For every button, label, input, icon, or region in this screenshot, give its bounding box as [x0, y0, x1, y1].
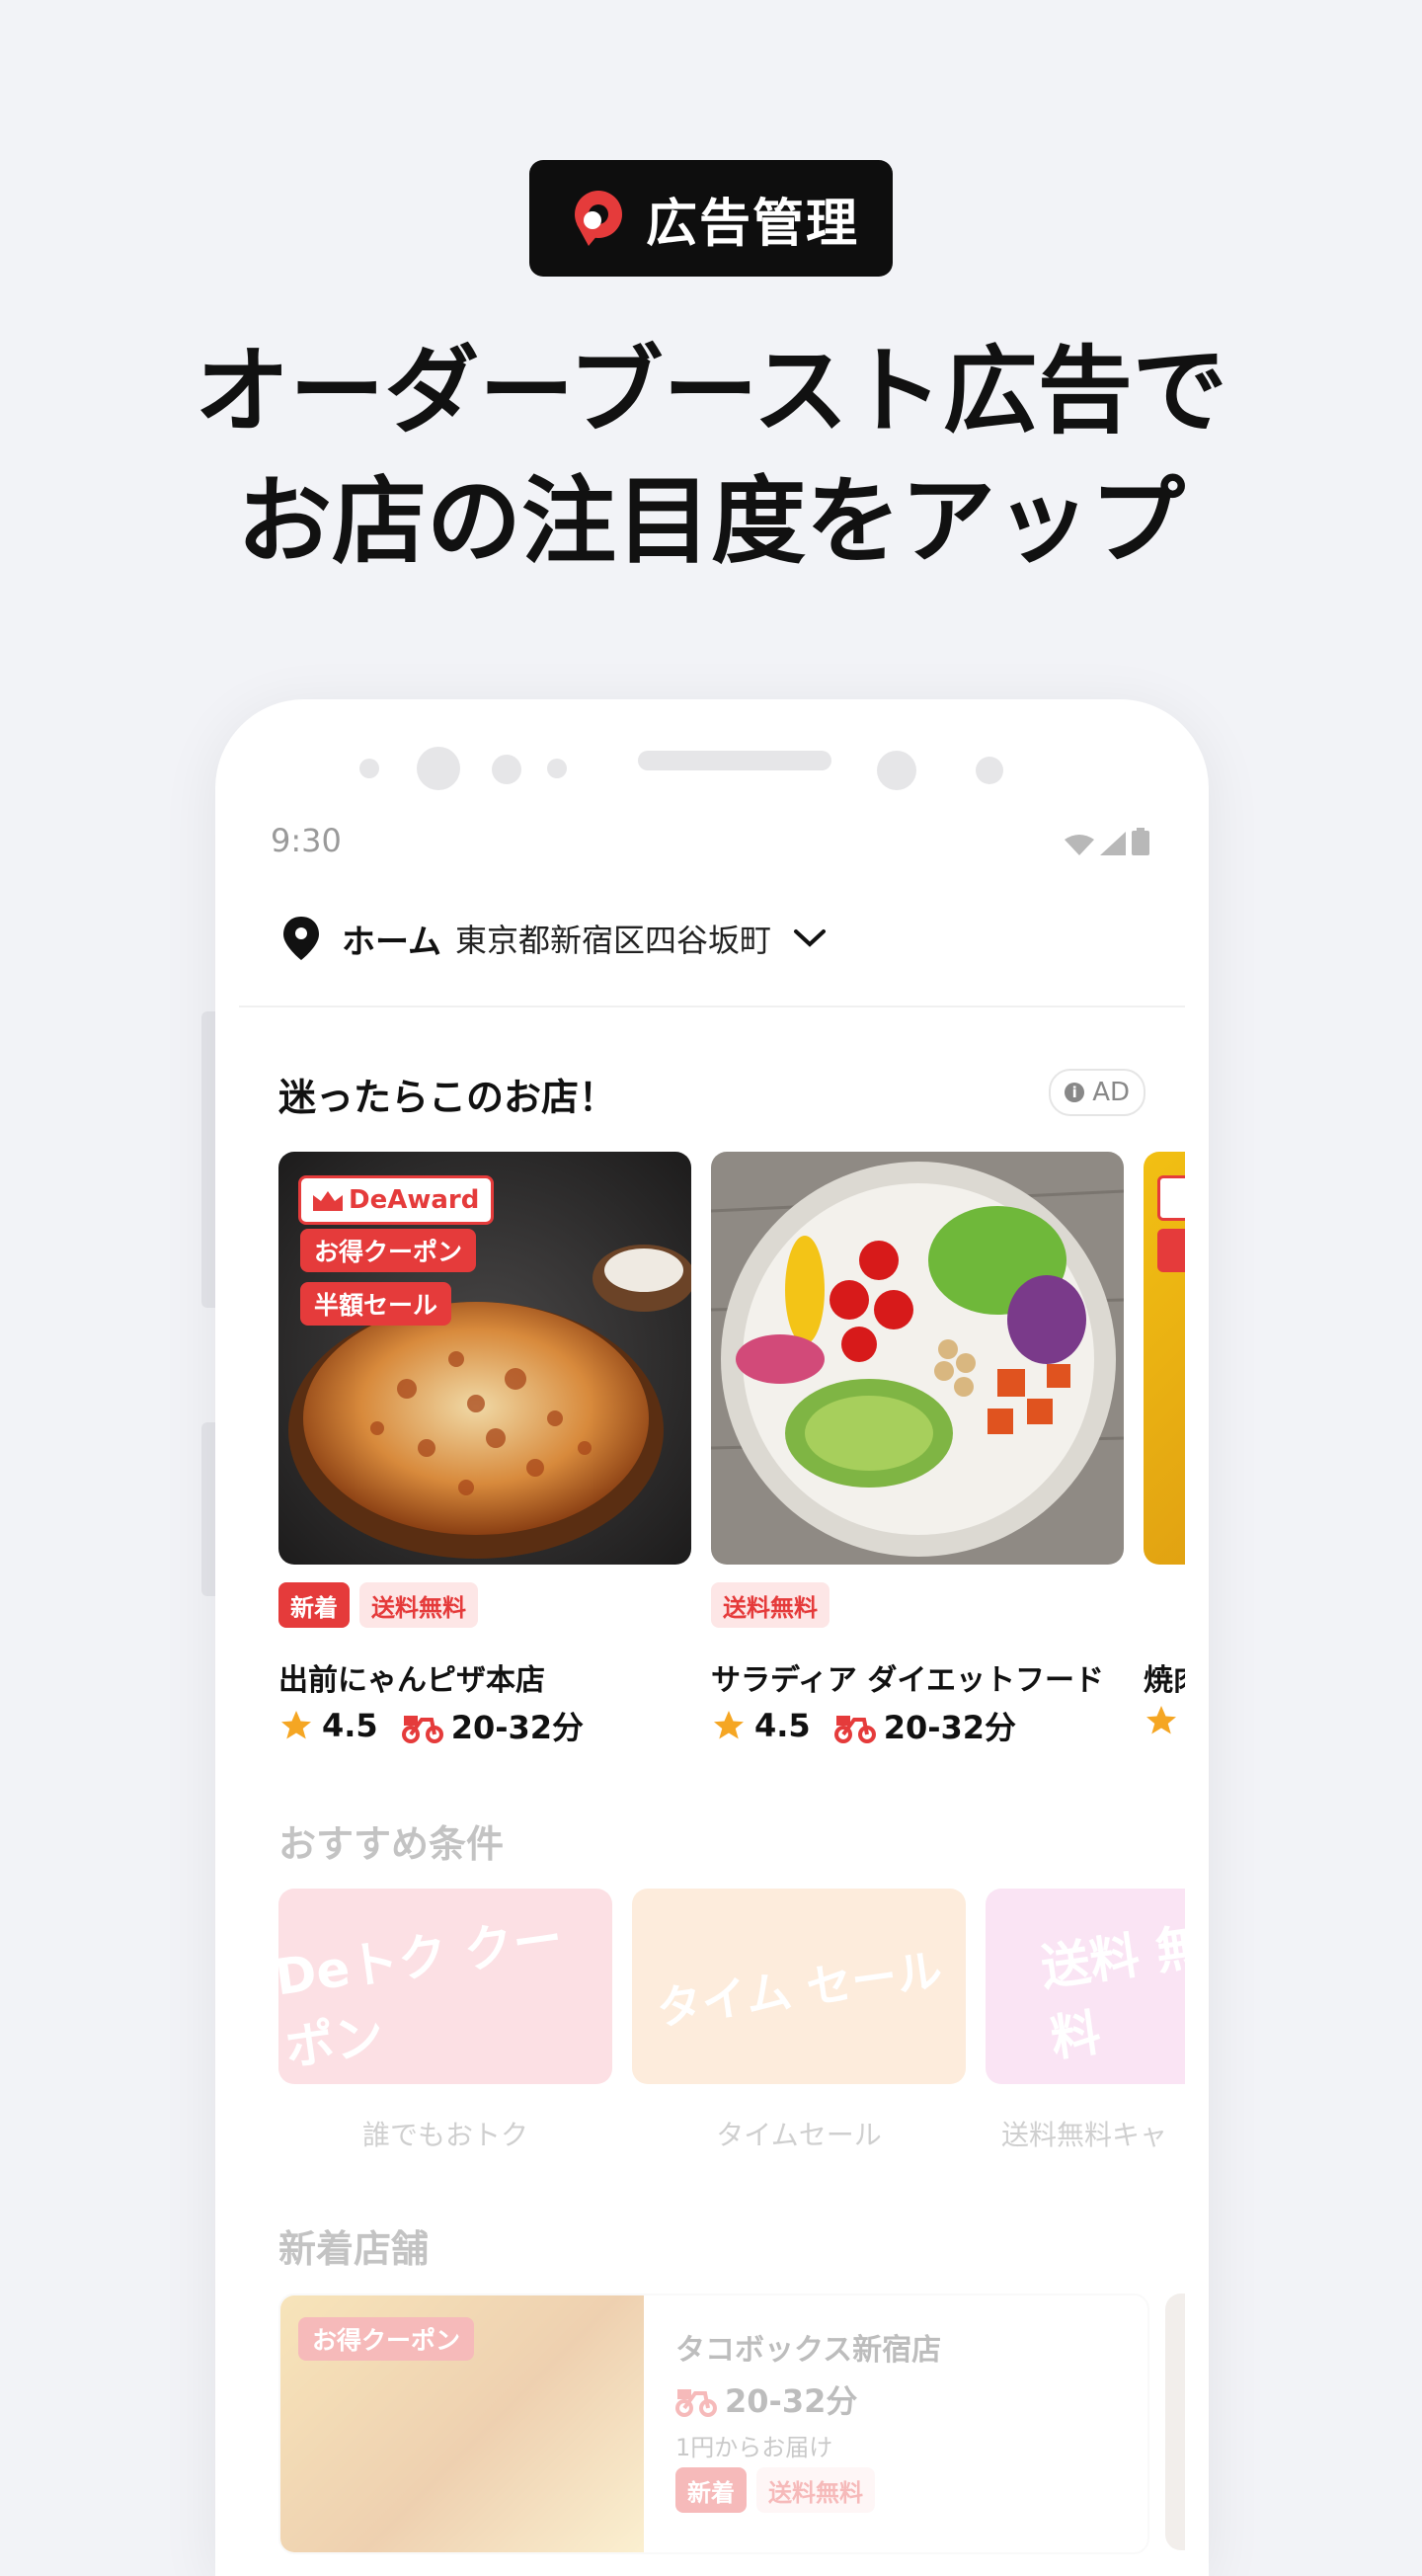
info-icon: i	[1065, 1083, 1085, 1102]
store-meta	[1144, 1703, 1179, 1738]
wifi-icon	[1065, 835, 1094, 855]
store-image-salad	[711, 1152, 1124, 1565]
earpiece-speaker	[638, 751, 831, 770]
recommend-card-image: タイム セール	[632, 1889, 966, 2084]
store-meta: 4.5 20-32分	[278, 1703, 584, 1748]
recommend-art-text: タイム セール	[653, 1942, 946, 2036]
camera-lens	[877, 751, 916, 790]
new-store-time: 20-32分	[675, 2376, 857, 2422]
coupon-tag	[1157, 1229, 1185, 1272]
store-rating: 4.5	[322, 1707, 378, 1744]
new-store-card[interactable]	[1165, 2294, 1185, 2550]
status-icons	[1065, 828, 1149, 855]
status-time: 9:30	[271, 822, 342, 859]
featured-carousel[interactable]: DeAward お得クーポン 半額セール 新着 送料無料 出前にゃんピザ本店 4…	[278, 1152, 1185, 1764]
coupon-tag: お得クーポン	[300, 1229, 477, 1272]
coupon-tag: お得クーポン	[298, 2317, 475, 2361]
free-shipping-chip: 送料無料	[756, 2467, 875, 2513]
crown-icon	[313, 1191, 343, 1211]
new-chip: 新着	[278, 1582, 350, 1628]
new-store-name: タコボックス新宿店	[675, 2333, 942, 2368]
recommend-label: タイムセール	[716, 2119, 882, 2151]
store-name: サラディア ダイエットフード	[711, 1663, 1105, 1698]
new-store-card[interactable]: お得クーポン タコボックス新宿店 20-32分 1円からお届け 新着 送料無料	[278, 2294, 1149, 2554]
deaward-badge: DeAward	[298, 1175, 495, 1225]
store-rating: 4.5	[754, 1707, 811, 1744]
star-icon	[714, 1711, 744, 1739]
delivery-time: 20-32分	[725, 2382, 858, 2420]
ad-info-pill[interactable]: i AD	[1049, 1069, 1146, 1116]
store-name: 出前にゃんピザ本店	[278, 1663, 545, 1698]
recommend-art-text: 送料 無料	[1037, 1917, 1185, 2068]
store-image-pizza: DeAward お得クーポン 半額セール	[278, 1152, 691, 1565]
address-text: 東京都新宿区四谷坂町	[454, 922, 771, 959]
salad-photo	[711, 1152, 1124, 1565]
sensor-dot	[359, 759, 379, 778]
store-card[interactable]: 焼肉	[1144, 1152, 1185, 1734]
star-icon	[1146, 1706, 1176, 1734]
card-chips: 新着 送料無料	[278, 1582, 478, 1628]
delivery-time: 20-32分	[450, 1709, 585, 1746]
star-icon	[281, 1711, 311, 1739]
featured-section-title: 迷ったらこのお店！	[278, 1076, 617, 1119]
delivery-time: 20-32分	[883, 1709, 1017, 1746]
recommend-carousel[interactable]: Deトク クーポン 誰でもおトク タイム セール タイムセール 送料 無料 送料…	[278, 1889, 1185, 2175]
store-card[interactable]: 送料無料 サラディア ダイエットフード 4.5 20-32分	[711, 1152, 1124, 1746]
recommend-label: 誰でもおトク	[361, 2119, 528, 2151]
ad-management-badge: 広告管理	[529, 160, 893, 277]
address-selector[interactable]: ホーム 東京都新宿区四谷坂町	[280, 909, 827, 968]
deaward-badge	[1157, 1175, 1185, 1221]
sensor-dot	[547, 759, 567, 778]
recommend-card-image: Deトク クーポン	[278, 1889, 612, 2084]
phone-side-button	[201, 1422, 215, 1596]
chevron-down-icon[interactable]	[793, 927, 827, 949]
badge-label: 広告管理	[645, 194, 859, 254]
new-stores-carousel[interactable]: お得クーポン タコボックス新宿店 20-32分 1円からお届け 新着 送料無料	[278, 2294, 1185, 2576]
signal-icon	[1100, 832, 1126, 855]
card-chips: 送料無料	[711, 1582, 830, 1628]
recommend-art-text: Deトク クーポン	[278, 1909, 567, 2077]
sensor-dot	[976, 757, 1003, 784]
new-store-image: お得クーポン	[280, 2295, 644, 2552]
sale-tag: 半額セール	[300, 1282, 452, 1326]
free-shipping-chip: 送料無料	[359, 1582, 478, 1628]
new-stores-section-title: 新着店舗	[278, 2227, 430, 2271]
address-home-label: ホーム	[342, 922, 441, 962]
store-meta: 4.5 20-32分	[711, 1703, 1016, 1748]
card-chips: 新着 送料無料	[675, 2467, 875, 2513]
brand-logo-icon	[574, 191, 622, 246]
new-store-subtext: 1円からお届け	[675, 2434, 833, 2461]
delivery-scooter-icon	[675, 2389, 717, 2417]
phone-side-button	[201, 1011, 215, 1308]
delivery-scooter-icon	[401, 1716, 443, 1743]
sensor-dot	[492, 755, 521, 784]
deaward-label: DeAward	[349, 1185, 480, 1215]
headline: オーダーブースト広告で お店の注目度をアップ	[0, 326, 1422, 587]
store-card[interactable]: DeAward お得クーポン 半額セール 新着 送料無料 出前にゃんピザ本店 4…	[278, 1152, 691, 1746]
location-pin-icon	[283, 917, 319, 960]
store-image-yakiniku	[1144, 1152, 1185, 1565]
recommend-label: 送料無料キャ	[1001, 2119, 1168, 2151]
recommend-card-image: 送料 無料	[986, 1889, 1185, 2084]
camera-lens	[417, 747, 460, 790]
ad-label: AD	[1092, 1078, 1130, 1107]
divider	[239, 1006, 1185, 1007]
recommend-section-title: おすすめ条件	[278, 1822, 505, 1866]
battery-icon	[1132, 828, 1149, 855]
free-shipping-chip: 送料無料	[711, 1582, 830, 1628]
delivery-scooter-icon	[833, 1716, 876, 1743]
headline-line-2: お店の注目度をアップ	[237, 466, 1185, 577]
store-name: 焼肉	[1144, 1663, 1185, 1698]
new-chip: 新着	[675, 2467, 747, 2513]
headline-line-1: オーダーブースト広告で	[195, 336, 1227, 446]
phone-frame: 9:30 ホーム 東京都新宿区四谷坂町 迷ったらこのお店！ i AD DeAwa…	[215, 699, 1209, 2576]
